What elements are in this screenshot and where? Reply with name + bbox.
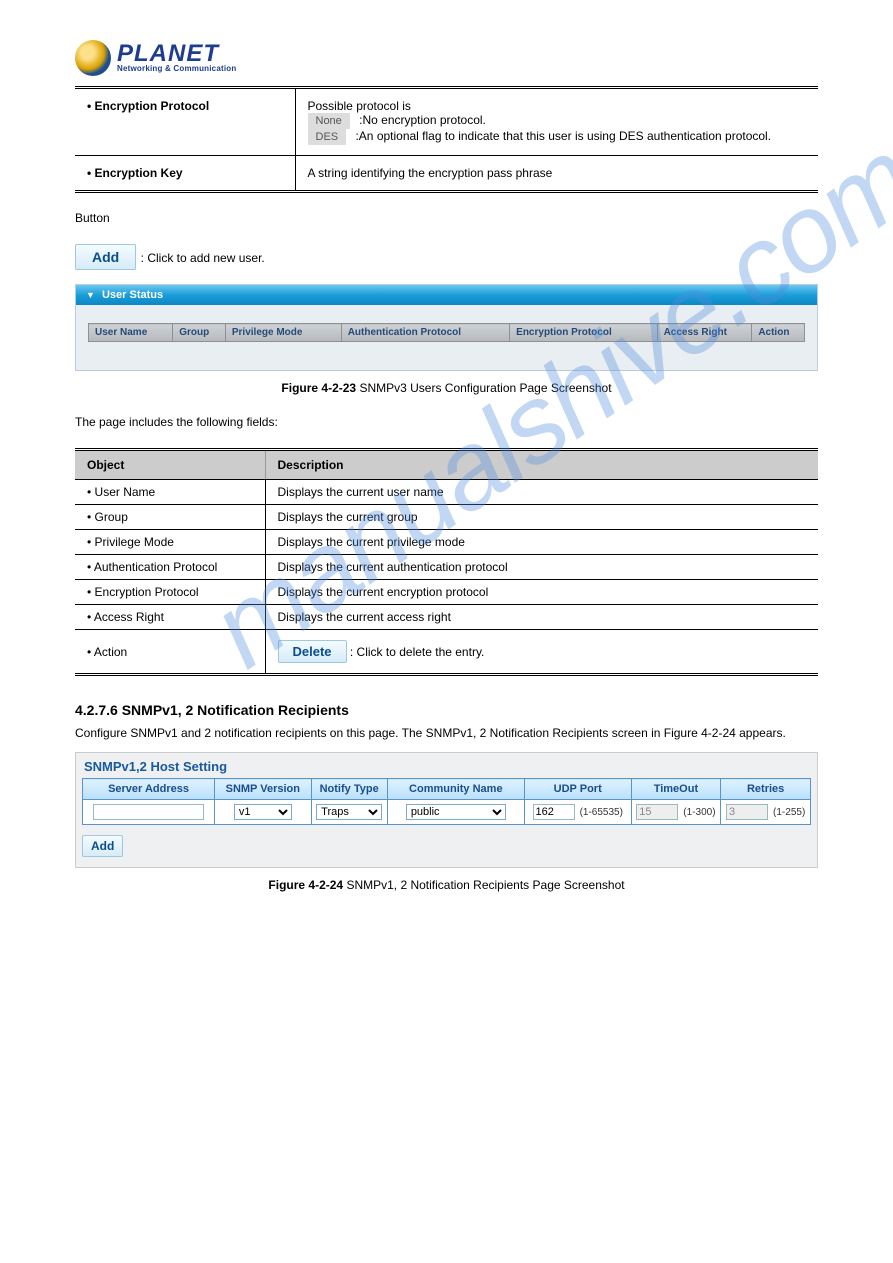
section-heading: 4.2.7.6 SNMPv1, 2 Notification Recipient…: [75, 702, 818, 718]
obj-desc: Displays the current privilege mode: [265, 530, 818, 555]
udp-port-input[interactable]: [533, 804, 575, 820]
text: :An optional flag to indicate that this …: [355, 129, 771, 143]
add-host-button[interactable]: Add: [82, 835, 123, 857]
figure-number: Figure 4-2-24: [268, 878, 343, 892]
figure-text: SNMPv3 Users Configuration Page Screensh…: [356, 381, 611, 395]
row-label: Encryption Protocol: [95, 99, 210, 113]
chip-des: DES: [308, 129, 347, 145]
figure-number: Figure 4-2-23: [281, 381, 356, 395]
obj-label: Authentication Protocol: [94, 560, 217, 574]
logo-icon: [75, 40, 111, 76]
col-header: Description: [265, 450, 818, 480]
figure-text: SNMPv1, 2 Notification Recipients Page S…: [343, 878, 624, 892]
obj-label: Access Right: [94, 610, 164, 624]
col-header: TimeOut: [631, 779, 721, 800]
server-address-input[interactable]: [93, 804, 204, 820]
obj-desc: Displays the current encryption protocol: [265, 580, 818, 605]
col-header: Object: [75, 450, 265, 480]
retries-input[interactable]: [726, 804, 768, 820]
timeout-input[interactable]: [636, 804, 678, 820]
intro-text: The page includes the following fields:: [75, 413, 818, 432]
col-header: Authentication Protocol: [341, 324, 509, 342]
panel-title: User Status: [102, 289, 163, 301]
obj-label: Action: [94, 645, 127, 659]
notify-type-select[interactable]: Traps: [316, 804, 382, 820]
snmp-host-panel: SNMPv1,2 Host Setting Server Address SNM…: [75, 752, 818, 868]
object-desc-table: Object Description • User NameDisplays t…: [75, 448, 818, 676]
user-status-table: User Name Group Privilege Mode Authentic…: [88, 323, 805, 342]
host-panel-title: SNMPv1,2 Host Setting: [84, 759, 809, 774]
obj-desc: Displays the current user name: [265, 480, 818, 505]
text: Possible protocol is: [308, 99, 411, 113]
panel-header: ▼ User Status: [76, 285, 817, 305]
col-header: Retries: [721, 779, 811, 800]
text: : Click to add new user.: [141, 251, 265, 265]
logo: PLANET Networking & Communication: [75, 40, 818, 76]
logo-main: PLANET: [117, 43, 236, 65]
figure-caption: Figure 4-2-23 SNMPv3 Users Configuration…: [75, 381, 818, 395]
col-header: Server Address: [83, 779, 215, 800]
col-header: Community Name: [387, 779, 524, 800]
snmp-version-select[interactable]: v1: [234, 804, 292, 820]
col-header: SNMP Version: [215, 779, 312, 800]
obj-desc: Displays the current group: [265, 505, 818, 530]
col-header: Privilege Mode: [225, 324, 341, 342]
add-button[interactable]: Add: [75, 244, 136, 270]
community-select[interactable]: public: [406, 804, 506, 820]
col-header: User Name: [89, 324, 173, 342]
delete-button[interactable]: Delete: [278, 640, 347, 663]
obj-desc: Displays the current access right: [265, 605, 818, 630]
text: :No encryption protocol.: [359, 113, 486, 127]
logo-sub: Networking & Communication: [117, 64, 236, 73]
col-header: Encryption Protocol: [510, 324, 657, 342]
range-text: (1-65535): [580, 807, 623, 818]
user-status-panel: ▼ User Status User Name Group Privilege …: [75, 284, 818, 371]
chevron-down-icon: ▼: [86, 290, 95, 300]
snmp-host-table: Server Address SNMP Version Notify Type …: [82, 778, 811, 825]
row-label: Encryption Key: [95, 166, 183, 180]
obj-desc: Displays the current authentication prot…: [265, 555, 818, 580]
button-desc-row: Button: [75, 209, 818, 228]
obj-label: User Name: [95, 485, 156, 499]
encryption-desc-table: • Encryption Protocol Possible protocol …: [75, 89, 818, 193]
col-header: UDP Port: [524, 779, 631, 800]
col-header: Group: [173, 324, 226, 342]
figure-caption: Figure 4-2-24 SNMPv1, 2 Notification Rec…: [75, 878, 818, 892]
col-header: Action: [752, 324, 805, 342]
obj-label: Group: [95, 510, 128, 524]
obj-label: Privilege Mode: [95, 535, 174, 549]
chip-none: None: [308, 113, 350, 129]
range-text: (1-300): [683, 807, 715, 818]
text: A string identifying the encryption pass…: [295, 156, 818, 192]
range-text: (1-255): [773, 807, 805, 818]
section-subtext: Configure SNMPv1 and 2 notification reci…: [75, 726, 818, 740]
obj-desc: : Click to delete the entry.: [350, 645, 485, 659]
obj-label: Encryption Protocol: [95, 585, 199, 599]
col-header: Notify Type: [311, 779, 387, 800]
col-header: Access Right: [657, 324, 752, 342]
